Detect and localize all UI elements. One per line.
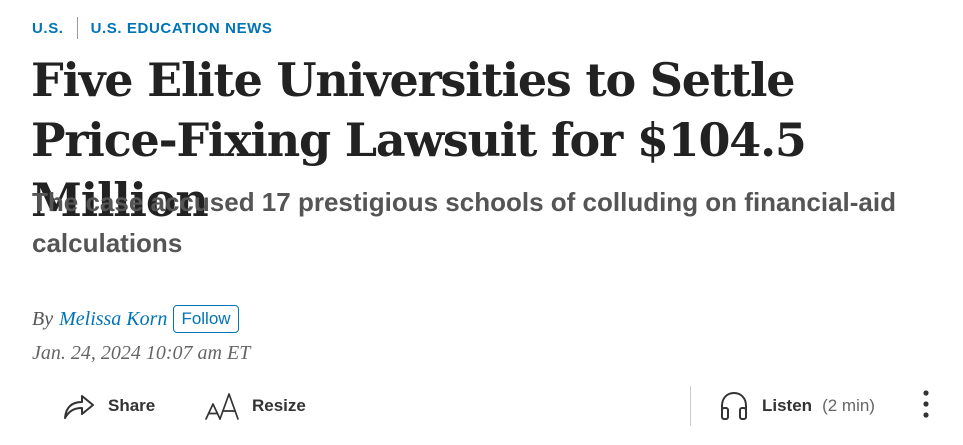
listen-label: Listen — [762, 396, 813, 415]
byline-prefix: By — [32, 307, 54, 330]
share-label: Share — [108, 396, 156, 415]
toolbar-divider — [690, 386, 691, 426]
resize-label: Resize — [252, 396, 306, 415]
resize-button[interactable]: Resize — [204, 384, 306, 428]
breadcrumb-section-link[interactable]: U.S. — [32, 20, 64, 37]
more-options-button[interactable] — [912, 388, 940, 424]
article-toolbar: Share Resize Listen (2 min) — [0, 384, 963, 428]
follow-author-button[interactable]: Follow — [173, 305, 239, 333]
resize-text-icon — [204, 391, 240, 421]
headphones-icon — [718, 390, 750, 422]
author-link[interactable]: Melissa Korn — [59, 308, 167, 331]
byline: By Melissa Korn Follow — [32, 304, 239, 334]
breadcrumb-subsection-link[interactable]: U.S. EDUCATION NEWS — [91, 20, 273, 37]
breadcrumb-divider — [76, 17, 78, 39]
breadcrumb: U.S. U.S. EDUCATION NEWS — [32, 16, 273, 40]
more-vertical-icon — [923, 389, 929, 424]
share-arrow-icon — [62, 392, 96, 420]
share-button[interactable]: Share — [62, 384, 155, 428]
publish-timestamp: Jan. 24, 2024 10:07 am ET — [32, 342, 251, 364]
listen-button[interactable]: Listen (2 min) — [718, 384, 875, 428]
listen-duration: (2 min) — [822, 396, 875, 415]
article-dek: The case accused 17 prestigious schools … — [32, 187, 896, 258]
